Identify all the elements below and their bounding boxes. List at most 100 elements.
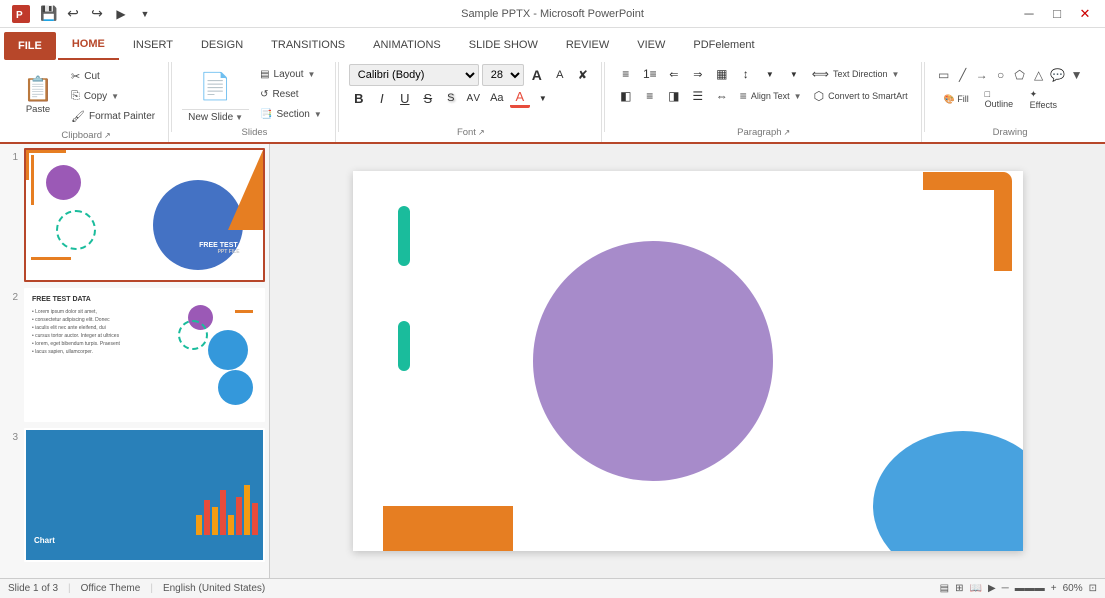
slide-item-3[interactable]: 3 Chart — [4, 428, 265, 562]
tab-view[interactable]: VIEW — [623, 30, 679, 60]
bullet-list-button[interactable]: ≡ — [615, 64, 637, 84]
undo-icon[interactable]: ↩ — [62, 3, 84, 25]
font-name-select[interactable]: Calibri (Body) — [349, 64, 479, 86]
dropdown-icon[interactable]: ▼ — [134, 3, 156, 25]
reset-button[interactable]: ↺ Reset — [255, 86, 327, 104]
zoom-slider[interactable]: ▬▬▬ — [1015, 583, 1045, 594]
zoom-level: 60% — [1063, 583, 1083, 594]
slide-item-2[interactable]: 2 FREE TEST DATA • Lorem ipsum dolor sit… — [4, 288, 265, 422]
clear-formatting-button[interactable]: ✘ — [573, 65, 593, 85]
tab-transitions[interactable]: TRANSITIONS — [257, 30, 359, 60]
reading-view-button[interactable]: 📖 — [970, 583, 982, 594]
maximize-button[interactable]: □ — [1047, 4, 1067, 24]
minimize-button[interactable]: ─ — [1019, 4, 1039, 24]
numbered-list-button[interactable]: 1≡ — [639, 64, 661, 84]
distributed-button[interactable]: ⇔ — [711, 86, 733, 106]
tab-slideshow[interactable]: SLIDE SHOW — [455, 30, 552, 60]
slide-panel[interactable]: 1 FREE TEST DATA PPT FILE — [0, 144, 270, 578]
text-shadow-button[interactable]: S — [441, 88, 461, 108]
italic-button[interactable]: I — [372, 88, 392, 108]
sep1 — [171, 62, 172, 132]
section-dropdown[interactable]: ▼ — [314, 110, 322, 119]
numbering-dropdown[interactable]: ▼ — [783, 64, 805, 84]
zoom-out-button[interactable]: ─ — [1002, 583, 1009, 594]
font-size-select[interactable]: 28 — [482, 64, 524, 86]
align-text-button[interactable]: ≡ Align Text ▼ — [735, 87, 807, 105]
font-expand-icon[interactable]: ↗ — [478, 128, 485, 137]
tab-animations[interactable]: ANIMATIONS — [359, 30, 455, 60]
bullets-dropdown[interactable]: ▼ — [759, 64, 781, 84]
shape-line-button[interactable]: ╱ — [954, 66, 972, 84]
underline-button[interactable]: U — [395, 88, 415, 108]
char-spacing-button[interactable]: AV — [464, 88, 484, 108]
bold-button[interactable]: B — [349, 88, 369, 108]
text-direction-button[interactable]: ⟺ Text Direction ▼ — [807, 65, 905, 83]
font-size-decrease-button[interactable]: A — [550, 65, 570, 85]
s1-title: FREE TEST DATA — [199, 242, 258, 249]
text-dir-dropdown[interactable]: ▼ — [892, 70, 900, 79]
new-slide-label[interactable]: New Slide ▼ — [182, 109, 249, 125]
slide-item-1[interactable]: 1 FREE TEST DATA PPT FILE — [4, 148, 265, 282]
shape-arrow-button[interactable]: → — [973, 66, 991, 84]
slide-canvas[interactable] — [270, 144, 1105, 578]
convert-smartart-button[interactable]: ⬡ Convert to SmartArt — [809, 87, 913, 105]
change-case-button[interactable]: Aa — [487, 88, 507, 108]
line-spacing-button[interactable]: ↕ — [735, 64, 757, 84]
shape-more-button[interactable]: ▼ — [1068, 66, 1086, 84]
shape-callout-button[interactable]: 💬 — [1049, 66, 1067, 84]
new-slide-button[interactable]: 📄 — [191, 65, 239, 109]
align-right-button[interactable]: ◨ — [663, 86, 685, 106]
redo-icon[interactable]: ↪ — [86, 3, 108, 25]
shape-outline-button[interactable]: □ Outline — [980, 90, 1023, 108]
section-button[interactable]: 📑 Section ▼ — [255, 106, 327, 124]
tab-review[interactable]: REVIEW — [552, 30, 623, 60]
justify-button[interactable]: ☰ — [687, 86, 709, 106]
present-button[interactable]: ▶ — [988, 583, 996, 594]
close-button[interactable]: ✕ — [1075, 4, 1095, 24]
tab-home[interactable]: HOME — [58, 30, 119, 60]
align-center-button[interactable]: ≡ — [639, 86, 661, 106]
fit-slide-button[interactable]: ⊡ — [1089, 583, 1097, 594]
tab-file[interactable]: FILE — [4, 32, 56, 60]
decrease-indent-button[interactable]: ⇐ — [663, 64, 685, 84]
shape-fill-button[interactable]: 🎨 Fill — [935, 90, 978, 108]
shape-rect-button[interactable]: ▭ — [935, 66, 953, 84]
shape-circle-button[interactable]: ○ — [992, 66, 1010, 84]
ms-purple-circle[interactable] — [533, 241, 773, 481]
paste-button[interactable]: 📋 Paste — [12, 64, 64, 128]
cut-button[interactable]: ✂ Cut — [66, 67, 160, 85]
strikethrough-button[interactable]: S — [418, 88, 438, 108]
present-icon[interactable]: ▶ — [110, 3, 132, 25]
tab-pdfelement[interactable]: PDFelement — [679, 30, 768, 60]
layout-dropdown[interactable]: ▼ — [308, 70, 316, 79]
shape-pentagon-button[interactable]: ⬠ — [1011, 66, 1029, 84]
save-icon[interactable]: 💾 — [38, 3, 60, 25]
copy-button[interactable]: ⎘ Copy ▼ — [66, 87, 160, 105]
copy-dropdown[interactable]: ▼ — [111, 92, 119, 101]
slide-thumb-2[interactable]: FREE TEST DATA • Lorem ipsum dolor sit a… — [24, 288, 265, 422]
slide-main[interactable] — [353, 171, 1023, 551]
zoom-in-button[interactable]: + — [1051, 583, 1057, 594]
font-color-button[interactable]: A — [510, 88, 530, 108]
tab-insert[interactable]: INSERT — [119, 30, 187, 60]
new-slide-dropdown-arrow[interactable]: ▼ — [235, 113, 243, 122]
clipboard-expand-icon[interactable]: ↗ — [104, 131, 111, 140]
align-text-dropdown[interactable]: ▼ — [794, 92, 802, 101]
scissors-icon: ✂ — [71, 70, 80, 83]
shape-effects-button[interactable]: ✦ Effects — [1025, 90, 1068, 108]
font-color-dropdown[interactable]: ▼ — [533, 88, 553, 108]
align-left-button[interactable]: ◧ — [615, 86, 637, 106]
tab-design[interactable]: DESIGN — [187, 30, 257, 60]
slide-sorter-button[interactable]: ⊞ — [955, 583, 963, 594]
normal-view-button[interactable]: ▤ — [940, 583, 949, 594]
increase-indent-button[interactable]: ⇒ — [687, 64, 709, 84]
slide-thumb-1[interactable]: FREE TEST DATA PPT FILE — [24, 148, 265, 282]
slide-thumb-3[interactable]: Chart — [24, 428, 265, 562]
paragraph-expand-icon[interactable]: ↗ — [784, 128, 791, 137]
font-size-increase-button[interactable]: A — [527, 65, 547, 85]
s1-purple-circle — [46, 165, 81, 200]
columns-button[interactable]: ▦ — [711, 64, 733, 84]
format-painter-button[interactable]: 🖌 Format Painter — [66, 107, 160, 125]
layout-button[interactable]: ▤ Layout ▼ — [255, 66, 327, 84]
shape-triangle-button[interactable]: △ — [1030, 66, 1048, 84]
